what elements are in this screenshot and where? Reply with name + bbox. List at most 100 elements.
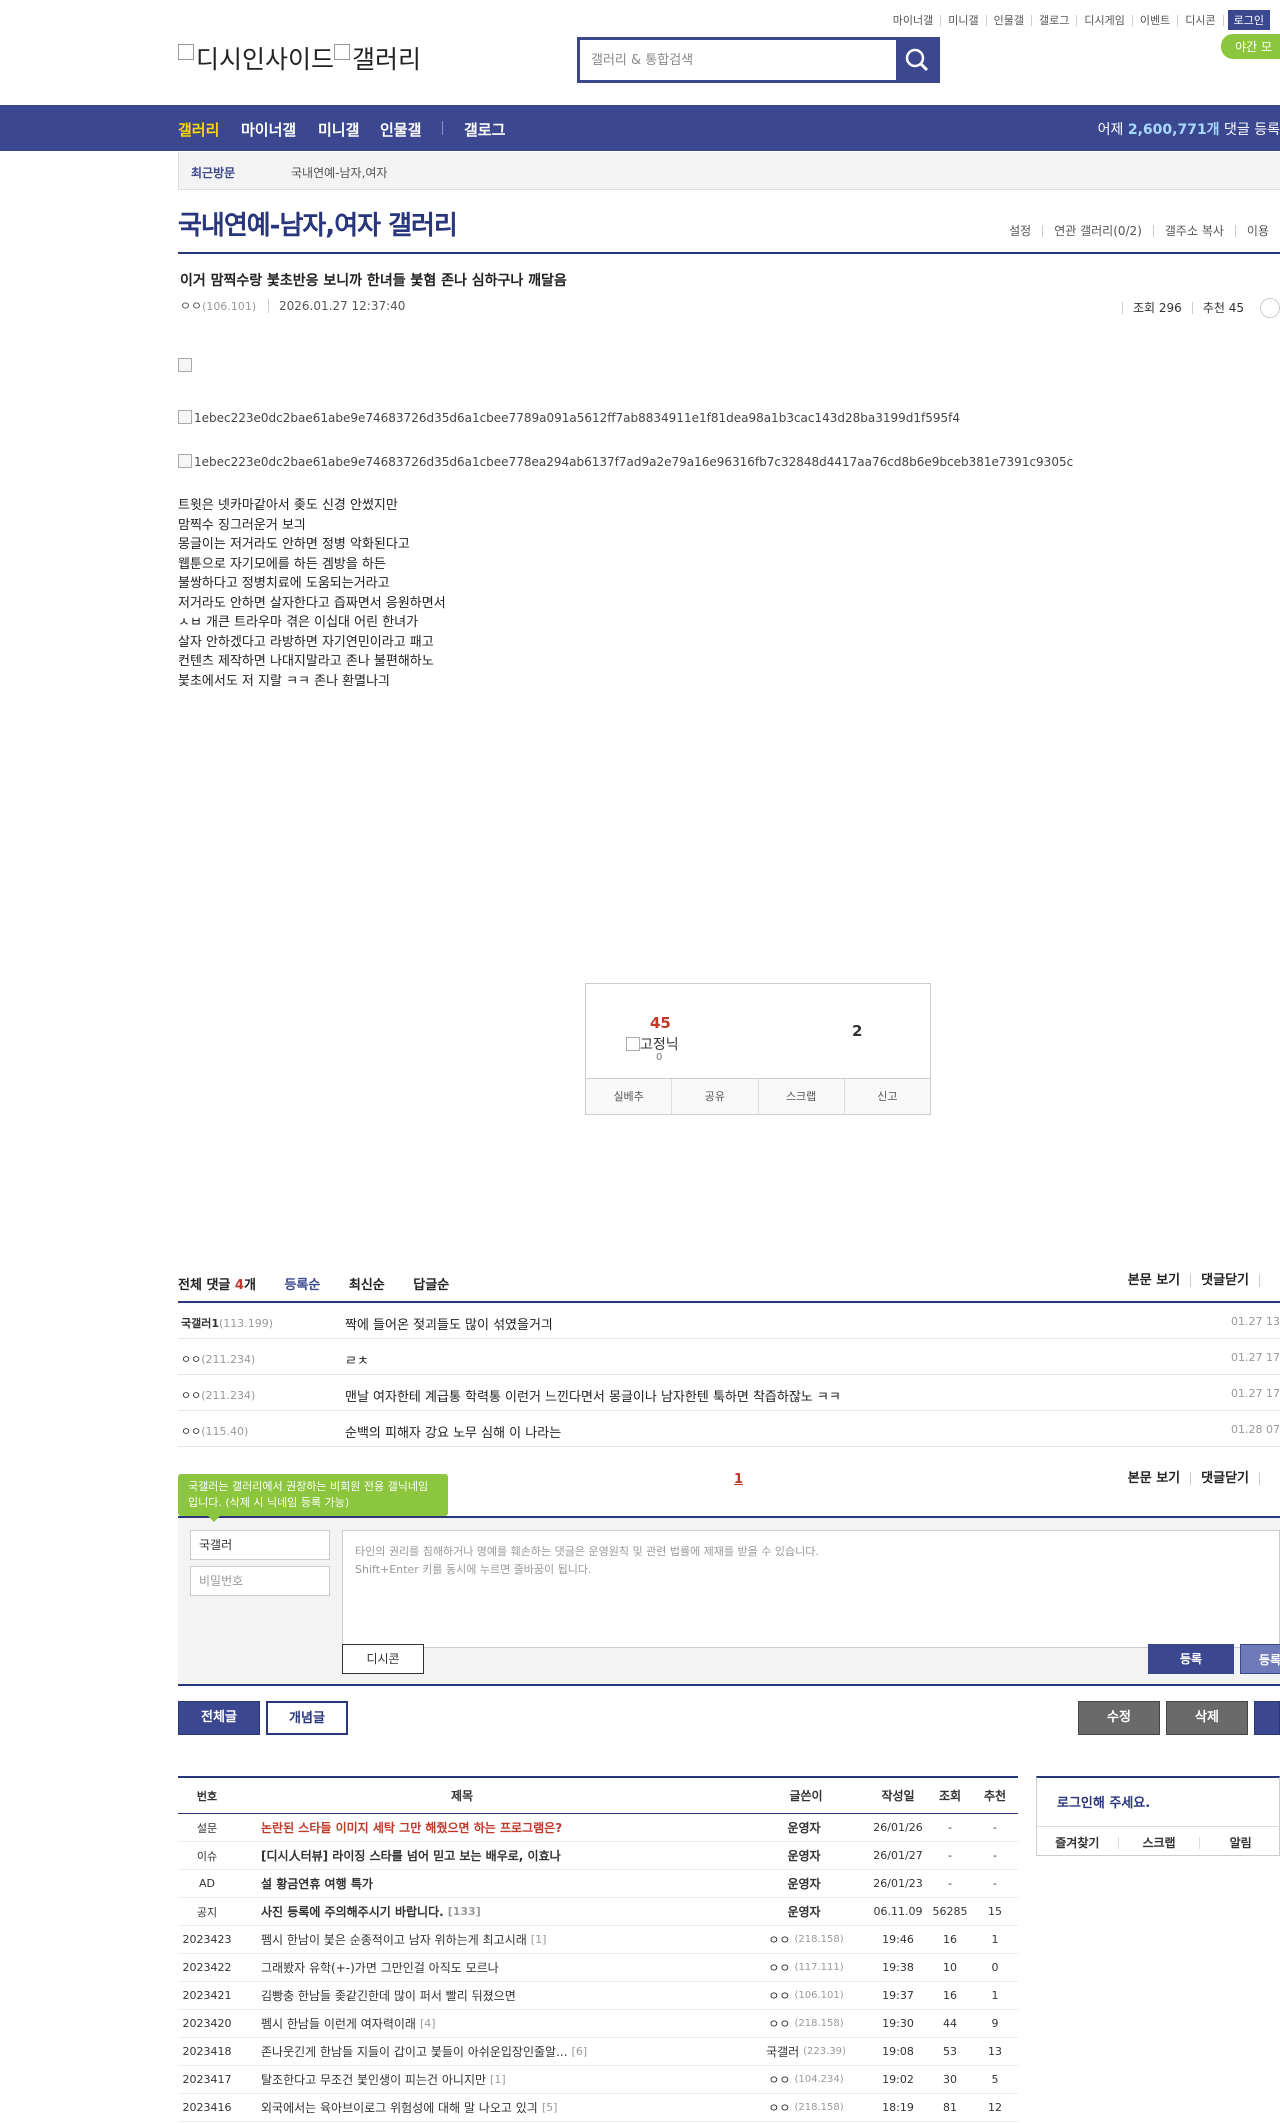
nickname-field[interactable]: 국갤러 <box>190 1530 330 1560</box>
best-posts-button[interactable]: 개념글 <box>266 1701 348 1735</box>
comment-nick[interactable]: 국갤러1(113.199) <box>181 1315 273 1331</box>
post-author[interactable]: ㅇㅇ <box>180 299 202 313</box>
row-title[interactable]: 설 황금연휴 여행 특가 <box>261 1870 741 1897</box>
report-button[interactable]: 신고 <box>843 1079 930 1114</box>
close-comments-button[interactable]: 댓글닫기 <box>1190 1274 1259 1287</box>
comment-refresh-2[interactable] <box>1259 1472 1280 1485</box>
login-box-links: 즐겨찾기 스크랩 알림 <box>1037 1826 1280 1849</box>
util-link-event[interactable]: 이벤트 <box>1133 14 1179 26</box>
password-field[interactable]: 비밀번호 <box>190 1566 330 1596</box>
post-body-line: ㅅㅂ 개큰 트라우마 겪은 이십대 어린 한녀가 <box>178 615 419 630</box>
comment-text: 짝에 들어온 젖괴들도 많이 섞였을거긔 <box>345 1318 553 1333</box>
row-views: 44 <box>943 2017 957 2030</box>
night-mode-toggle[interactable]: 야간 모 <box>1221 34 1280 59</box>
comment-nick[interactable]: ㅇㅇ(211.234) <box>181 1351 255 1367</box>
util-link-person[interactable]: 인물갤 <box>987 14 1033 26</box>
recent-visit-label[interactable]: 최근방문 <box>191 164 235 181</box>
close-comments-button-2[interactable]: 댓글닫기 <box>1190 1472 1259 1485</box>
post-list-table: 번호 제목 글쓴이 작성일 조회 추천 설문 논란된 스타들 이미지 세탁 그만 … <box>178 1776 1018 2122</box>
downvote-count[interactable]: 2 <box>852 1022 862 1040</box>
util-link-game[interactable]: 디시게임 <box>1077 14 1133 26</box>
site-logo[interactable]: 디시인사이드 갤러리 <box>178 40 421 76</box>
row-title[interactable]: 김빵충 한남들 좆같긴한데 많이 퍼서 빨리 뒤졌으면 <box>261 1982 741 2009</box>
row-writer[interactable]: ㅇㅇ (218.158) <box>746 2010 866 2037</box>
post-list-row: 2023417 탈조한다고 무조건 붗인생이 피는건 아니지만 [1] ㅇㅇ (104.… <box>178 2066 1018 2094</box>
row-title[interactable]: 논란된 스타들 이미지 세탁 그만 해줬으면 하는 프로그램은? <box>261 1814 741 1841</box>
post-comment-circle-icon[interactable] <box>1260 298 1280 318</box>
nav-mini[interactable]: 미니갤 <box>318 119 359 140</box>
share-button[interactable]: 공유 <box>671 1079 757 1114</box>
row-recommend: 1 <box>991 1989 999 2002</box>
search-input[interactable]: 갤러리 & 통합검색 <box>580 40 896 80</box>
row-title[interactable]: 외국에서는 육아브이로그 위험성에 대해 말 나오고 있긔 [5] <box>261 2094 741 2121</box>
fixed-nick-upvote[interactable]: 고정닉 <box>626 1034 679 1054</box>
row-title[interactable]: 펨시 한남이 붗은 순종적이고 남자 위하는게 최고시래 [1] <box>261 1926 741 1953</box>
sort-registered[interactable]: 등록순 <box>284 1278 320 1293</box>
favorites-link[interactable]: 즐겨찾기 <box>1037 1837 1118 1849</box>
row-number: 설문 <box>196 1821 218 1835</box>
all-posts-button[interactable]: 전체글 <box>178 1701 260 1735</box>
row-writer[interactable]: 운영자 <box>746 1814 866 1841</box>
comment-date: 01.27 17 <box>1231 1387 1280 1400</box>
util-link-dccon[interactable]: 디시콘 <box>1178 14 1224 26</box>
comment-page-1[interactable]: 1 <box>734 1472 743 1487</box>
row-title[interactable]: 사진 등록에 주의해주시기 바랍니다. [133] <box>261 1898 741 1925</box>
row-writer[interactable]: 운영자 <box>746 1870 866 1897</box>
row-comment-count: [4] <box>419 2017 436 2030</box>
login-button[interactable]: 로그인 <box>1227 10 1270 30</box>
row-views: 56285 <box>932 1905 968 1918</box>
row-writer[interactable]: 국갤러 (223.39) <box>746 2038 866 2065</box>
comment-refresh[interactable] <box>1259 1274 1280 1287</box>
delete-button[interactable]: 삭제 <box>1166 1701 1248 1735</box>
row-writer[interactable]: ㅇㅇ (104.234) <box>746 2066 866 2093</box>
row-writer[interactable]: ㅇㅇ (218.158) <box>746 2094 866 2121</box>
row-comment-count: [1] <box>490 2073 506 2086</box>
comment-text: 맨날 여자한테 계급통 학력통 이런거 느낀다면서 몽글이나 남자한텐 툭하면 … <box>345 1390 841 1405</box>
comment-textarea[interactable]: 타인의 권리를 침해하거나 명예를 훼손하는 댓글은 운영원칙 및 관련 법률에… <box>342 1530 1280 1648</box>
row-writer[interactable]: ㅇㅇ (218.158) <box>746 1926 866 1953</box>
view-post-button-2[interactable]: 본문 보기 <box>1118 1472 1190 1485</box>
search-button[interactable] <box>895 37 940 83</box>
comment-submit-recommend-button[interactable]: 등록 <box>1240 1644 1280 1674</box>
recent-visit-item[interactable]: 국내연예-남자,여자 <box>291 164 387 181</box>
sort-replies[interactable]: 답글순 <box>413 1278 449 1293</box>
row-title[interactable]: 그래봤자 유학(+-)가면 그만인걸 아직도 모르나 <box>261 1954 741 1981</box>
row-writer[interactable]: 운영자 <box>746 1842 866 1869</box>
gallery-settings[interactable]: 설정 <box>998 225 1042 237</box>
comment-submit-button[interactable]: 등록 <box>1148 1644 1234 1674</box>
comment-nick[interactable]: ㅇㅇ(115.40) <box>181 1423 248 1439</box>
gallery-usage[interactable]: 이용 <box>1234 225 1280 237</box>
row-writer[interactable]: ㅇㅇ (117.111) <box>746 1954 866 1981</box>
row-writer[interactable]: 운영자 <box>746 1898 866 1925</box>
best-recommend-button[interactable]: 실베추 <box>586 1079 671 1114</box>
row-title[interactable]: [디시人터뷰] 라이징 스타를 넘어 믿고 보는 배우로, 이효나 <box>261 1842 741 1869</box>
row-title[interactable]: 존나웃긴게 한남들 지들이 갑이고 붗들이 아쉬운입장인줄알... [6] <box>261 2038 741 2065</box>
nav-person[interactable]: 인물갤 <box>380 119 421 140</box>
util-link-gallog[interactable]: 갤로그 <box>1032 14 1078 26</box>
util-link-mini[interactable]: 미니갤 <box>941 14 987 26</box>
notification-link[interactable]: 알림 <box>1199 1837 1280 1849</box>
row-writer[interactable]: ㅇㅇ (106.101) <box>746 1982 866 2009</box>
scrap-link[interactable]: 스크랩 <box>1117 1837 1200 1849</box>
comment-nick[interactable]: ㅇㅇ(211.234) <box>181 1387 255 1403</box>
row-title[interactable]: 탈조한다고 무조건 붗인생이 피는건 아니지만 [1] <box>261 2066 741 2093</box>
broken-image-icon <box>178 410 192 424</box>
login-prompt[interactable]: 로그인해 주세요. <box>1057 1792 1150 1811</box>
copy-gallery-url[interactable]: 갤주소 복사 <box>1152 225 1235 237</box>
nav-gallog[interactable]: 갤로그 <box>464 119 505 140</box>
nav-gallery[interactable]: 갤러리 <box>178 119 219 140</box>
gallery-title[interactable]: 국내연예-남자,여자 갤러리 <box>178 205 458 242</box>
edit-button[interactable]: 수정 <box>1078 1701 1160 1735</box>
write-button[interactable] <box>1254 1701 1280 1735</box>
nav-minor[interactable]: 마이너갤 <box>241 119 296 140</box>
post-list-body: 설문 논란된 스타들 이미지 세탁 그만 해줬으면 하는 프로그램은? 운영자 26/… <box>178 1814 1018 2122</box>
dccon-button[interactable]: 디시콘 <box>342 1644 424 1674</box>
sort-latest[interactable]: 최신순 <box>349 1278 385 1293</box>
post-list-row: 2023418 존나웃긴게 한남들 지들이 갑이고 붗들이 아쉬운입장인줄알...… <box>178 2038 1018 2066</box>
scrap-button[interactable]: 스크랩 <box>757 1079 844 1114</box>
post-list-row: AD 설 황금연휴 여행 특가 운영자 26/01/23 - - <box>178 1870 1018 1898</box>
related-galleries[interactable]: 연관 갤러리(0/2) <box>1042 225 1153 237</box>
view-post-button[interactable]: 본문 보기 <box>1118 1274 1190 1287</box>
row-title[interactable]: 펨시 한남들 이런게 여자력이래 [4] <box>261 2010 741 2037</box>
util-link-minor[interactable]: 마이너갤 <box>886 14 942 26</box>
